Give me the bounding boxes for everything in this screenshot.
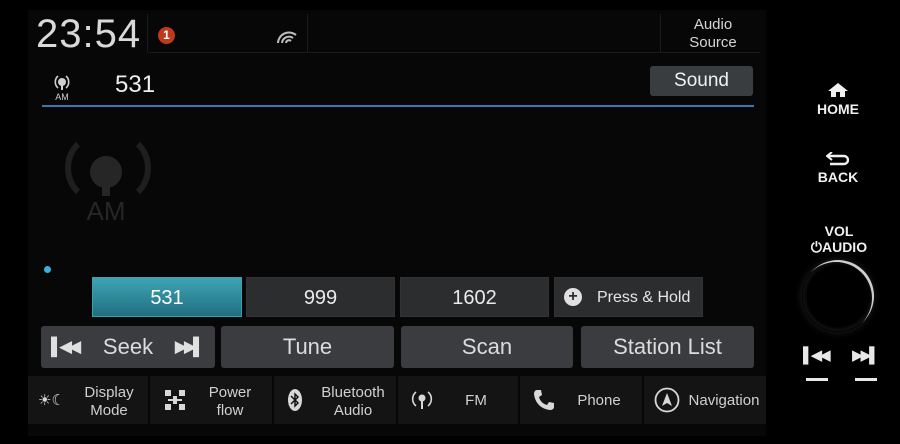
audio-source-label-2: Source [689,34,737,51]
navigation-icon [654,387,680,417]
scan-button[interactable]: Scan [401,326,573,368]
vol-label: VOL [824,223,854,239]
add-preset-button[interactable]: + Press & Hold [554,277,703,317]
skip-forward-key[interactable]: ▶▶▌ [852,346,880,364]
display-mode-label-2: Mode [90,402,128,419]
bluetooth-label-1: Bluetooth [321,384,385,401]
tune-button[interactable]: Tune [221,326,394,368]
am-icon-label: AM [55,92,69,102]
seek-back-icon: ▌◀◀ [51,337,81,356]
notification-badge[interactable]: 1 [158,27,175,44]
am-band-icon: AM [58,132,158,233]
power-flow-label-1: Power [208,384,252,401]
back-key[interactable]: BACK [808,151,868,185]
clock: 23:54 [36,12,142,56]
home-icon [828,83,848,97]
home-label: HOME [817,101,859,117]
back-icon [825,151,850,166]
am-radio-icon: AM [46,70,78,107]
preset-3[interactable]: 1602 [400,277,549,317]
plus-icon: + [564,288,582,306]
skip-back-key[interactable]: ▌◀◀ [803,346,831,364]
display-mode-button[interactable]: ☀☾ Display Mode [28,376,148,424]
phone-label: Phone [577,392,621,409]
bluetooth-icon [288,389,302,415]
fm-label: FM [465,392,487,409]
power-flow-label-2: flow [216,402,244,419]
audio-source-label-1: Audio [693,16,733,33]
seek-label: Seek [102,334,154,359]
fm-button[interactable]: FM [398,376,518,424]
top-bar-divider [148,52,760,53]
status-separator [307,14,308,52]
navigation-label: Navigation [688,392,760,409]
phone-icon [532,388,556,418]
bluetooth-audio-button[interactable]: Bluetooth Audio [274,376,396,424]
display-mode-icon: ☀☾ [38,392,65,409]
fm-radio-icon [410,388,434,416]
sound-button[interactable]: Sound [650,66,753,96]
signal-icon [276,30,298,49]
seek-button[interactable]: ▌◀◀ Seek ▶▶▌ [41,326,215,368]
display-mode-label-1: Display [84,384,134,401]
header-divider [42,105,754,107]
am-band-label: AM [87,196,126,226]
audio-source-button[interactable]: Audio Source [664,16,762,52]
phone-button[interactable]: Phone [520,376,642,424]
page-indicator [44,266,51,273]
bluetooth-label-2: Audio [333,402,373,419]
power-flow-button[interactable]: Power flow [150,376,272,424]
power-icon: ⏻ [810,239,822,255]
back-label: BACK [817,169,859,185]
station-frequency: 531 [115,71,156,98]
volume-knob[interactable] [802,260,874,332]
seek-forward-icon: ▶▶▌ [174,337,205,356]
home-key[interactable]: HOME [808,82,868,117]
preset-1[interactable]: 531 [92,277,242,317]
skip-back-bar [806,378,828,381]
station-list-button[interactable]: Station List [581,326,754,368]
preset-2[interactable]: 999 [246,277,395,317]
status-separator [147,14,148,52]
audio-label: AUDIO [821,239,868,255]
skip-forward-bar [855,378,877,381]
status-separator [660,14,661,52]
press-hold-label: Press & Hold [597,289,691,306]
power-flow-icon [162,388,188,416]
navigation-button[interactable]: Navigation [644,376,766,424]
vol-audio-key[interactable]: VOL ⏻AUDIO [806,223,872,255]
